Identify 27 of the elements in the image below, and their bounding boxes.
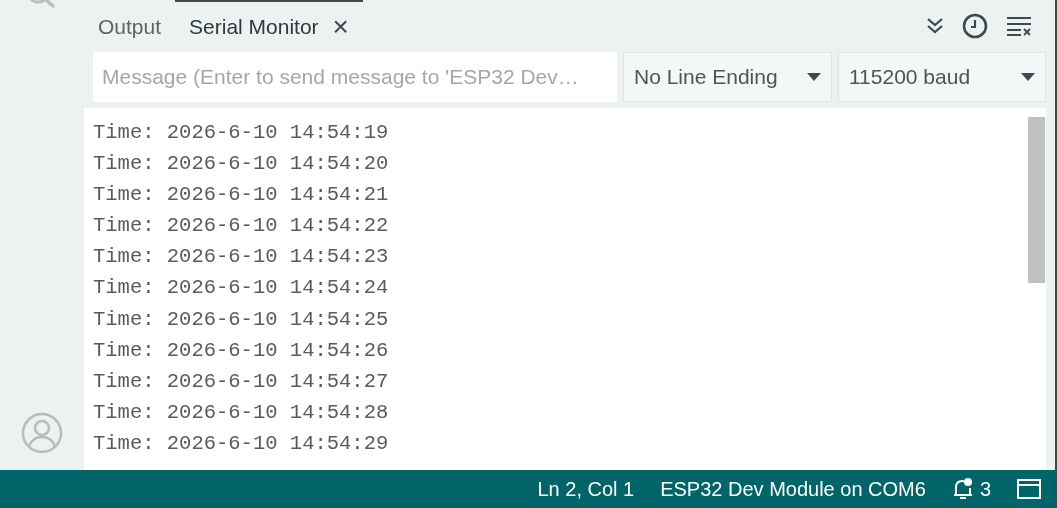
output-line: Time: 2026-6-10 14:54:29 (93, 430, 389, 457)
output-line: Time: 2026-6-10 14:54:23 (93, 244, 389, 271)
output-line: Time: 2026-6-10 14:54:27 (93, 368, 389, 395)
baud-rate-dropdown[interactable]: 115200 baud (838, 52, 1046, 102)
close-icon[interactable]: × (332, 13, 349, 41)
scrollbar-thumb[interactable] (1028, 117, 1045, 283)
output-line: Time: 2026-6-10 14:54:20 (93, 151, 389, 178)
message-field[interactable]: Message (Enter to send message to 'ESP32 Dev… (93, 52, 617, 102)
notification-count[interactable]: 3 (979, 477, 991, 501)
caret-icon (807, 73, 821, 81)
line-ending-dropdown[interactable]: No Line Ending (623, 52, 832, 102)
panel-toggle-icon[interactable] (1017, 479, 1041, 499)
board-status[interactable]: ESP32 Dev Module on COM6 (660, 477, 926, 501)
output-line: Time: 2026-6-10 14:54:26 (93, 337, 389, 364)
output-line: Time: 2026-6-10 14:54:21 (93, 182, 389, 209)
clear-output-icon[interactable] (1006, 16, 1032, 36)
output-line: Time: 2026-6-10 14:54:25 (93, 306, 389, 333)
cursor-position[interactable]: Ln 2, Col 1 (537, 477, 635, 501)
clock-icon[interactable] (962, 13, 988, 39)
output-line: Time: 2026-6-10 14:54:19 (93, 120, 389, 146)
bell-icon[interactable] (951, 477, 974, 501)
output-line: Time: 2026-6-10 14:54:28 (93, 399, 389, 426)
output-line: Time: 2026-6-10 14:54:22 (93, 213, 389, 240)
caret-icon (1021, 73, 1035, 81)
panel-tab[interactable]: Output (84, 0, 176, 52)
output-line: Time: 2026-6-10 14:54:24 (93, 275, 389, 302)
autoscroll-icon[interactable] (926, 17, 944, 35)
